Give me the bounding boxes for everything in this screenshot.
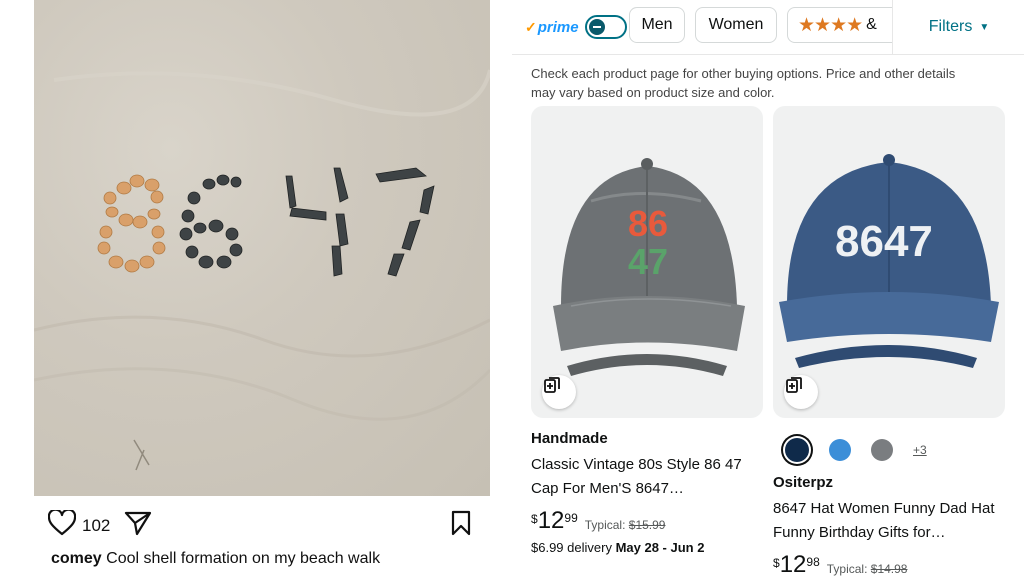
- chip-men[interactable]: Men: [629, 7, 685, 43]
- hat-print-86: 86: [628, 203, 668, 244]
- prime-filter[interactable]: ✓ prime: [525, 14, 627, 40]
- prime-check-icon: ✓: [525, 18, 537, 35]
- post-actions: 102: [47, 508, 476, 541]
- price-whole: 12: [779, 551, 807, 576]
- product-1-brand: Handmade: [531, 430, 608, 447]
- bookmark-icon: [450, 510, 472, 541]
- post-username[interactable]: comey: [51, 550, 102, 567]
- product-image-1[interactable]: 86 47: [531, 106, 763, 418]
- product-2-brand: Ositerpz: [773, 474, 834, 491]
- price-cents: 98: [806, 555, 820, 569]
- chip-women-label: Women: [708, 16, 764, 33]
- post-photo[interactable]: [34, 0, 490, 496]
- typical-value: $15.99: [628, 518, 666, 532]
- typical-label: Typical:: [584, 518, 626, 532]
- price-cents: 99: [564, 511, 578, 525]
- delivery-dates: May 28 - Jun 2: [615, 540, 705, 555]
- view-similar-button[interactable]: [784, 375, 818, 409]
- chip-men-label: Men: [641, 16, 673, 33]
- swatch-blue[interactable]: [829, 439, 851, 461]
- swatch-grey[interactable]: [871, 439, 893, 461]
- price-whole: 12: [537, 507, 565, 534]
- product-2-price: $ 12 98 Typical: $14.98: [773, 552, 907, 576]
- rating-suffix: &: [866, 16, 877, 33]
- heart-icon: [47, 508, 77, 541]
- post-caption: comey Cool shell formation on my beach w…: [51, 550, 380, 568]
- product-image-2[interactable]: 8647: [773, 106, 1005, 418]
- product-1-title[interactable]: Classic Vintage 80s Style 86 47 Cap For …: [531, 453, 751, 501]
- typical-label: Typical:: [826, 562, 868, 576]
- chevron-down-icon: ▼: [979, 21, 990, 33]
- like-button[interactable]: 102: [47, 508, 111, 541]
- share-button[interactable]: [124, 510, 152, 541]
- typical-value: $14.98: [870, 562, 908, 576]
- social-post: 102 comey Cool shell formation on my bea…: [0, 0, 512, 576]
- share-icon: [124, 510, 152, 541]
- filters-label: Filters: [928, 18, 973, 35]
- product-1-price: $ 12 99 Typical: $15.99: [531, 508, 665, 534]
- price-symbol: $: [773, 556, 780, 570]
- disclaimer-text: Check each product page for other buying…: [531, 66, 956, 100]
- swatch-navy[interactable]: [785, 438, 809, 462]
- caption-text: Cool shell formation on my beach walk: [106, 550, 381, 567]
- chip-women[interactable]: Women: [695, 7, 777, 43]
- prime-toggle[interactable]: [584, 15, 627, 39]
- toggle-knob-icon: [588, 19, 605, 35]
- filters-button[interactable]: Filters ▼: [892, 0, 1024, 54]
- typical-price: Typical: $14.98: [827, 562, 908, 576]
- hat-print-47: 47: [628, 241, 668, 282]
- product-2-title[interactable]: 8647 Hat Women Funny Dad Hat Funny Birth…: [773, 497, 1009, 545]
- save-button[interactable]: [450, 510, 472, 541]
- likes-count: 102: [82, 515, 111, 535]
- chip-rating[interactable]: ★★★★ &: [787, 7, 907, 43]
- typical-price: Typical: $15.99: [585, 518, 666, 532]
- prime-label: prime: [537, 18, 579, 36]
- filter-bar: ✓ prime Men Women ★★★★ & Filters ▼: [512, 0, 1024, 55]
- star-rating-icon: ★★★★: [798, 14, 863, 36]
- hat-print-8647: 8647: [835, 217, 933, 266]
- color-swatches: +3: [785, 436, 927, 464]
- view-similar-button[interactable]: [542, 375, 576, 409]
- price-symbol: $: [531, 512, 538, 526]
- more-colors-link[interactable]: +3: [913, 443, 927, 457]
- delivery-price: $6.99 delivery: [531, 540, 612, 555]
- shopping-results: ✓ prime Men Women ★★★★ & Filters ▼ Check…: [512, 0, 1024, 576]
- product-1-delivery: $6.99 delivery May 28 - Jun 2: [531, 540, 704, 555]
